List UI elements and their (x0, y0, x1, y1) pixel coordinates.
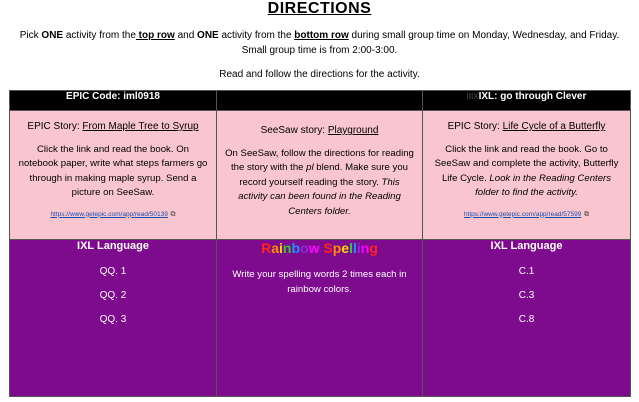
ixl-skill: QQ. 3 (99, 314, 127, 325)
activity-table: EPIC Code: iml0918 IIIXIXL: go through C… (9, 90, 631, 397)
ixl-language-cell-1: IXL Language QQ. 1 QQ. 2 QQ. 3 (9, 239, 217, 397)
butterfly-url-link[interactable]: https://www.getepic.com/app/read/57599 (464, 211, 581, 218)
ixl-skill: C.8 (518, 314, 535, 325)
external-link-icon[interactable]: ⧉ (584, 211, 589, 218)
epic-story-cell: EPIC Story: From Maple Tree to Syrup Cli… (9, 110, 217, 240)
ixl-skill: C.1 (518, 266, 535, 277)
rainbow-letter: b (291, 240, 301, 256)
epic-code-header: EPIC Code: iml0918 (9, 90, 217, 111)
ixl-skill: C.3 (518, 290, 535, 301)
ixl-header: IIIXIXL: go through Clever (422, 90, 631, 111)
rainbow-letter: o (300, 240, 309, 256)
epic-story-body: Click the link and read the book. On not… (18, 143, 208, 199)
butterfly-story-cell: EPIC Story: Life Cycle of a Butterfly Cl… (422, 110, 631, 240)
butterfly-link[interactable]: Life Cycle of a Butterfly (503, 121, 606, 132)
ixl-language-title: IXL Language (490, 240, 563, 252)
ixl-skill: QQ. 1 (99, 266, 127, 277)
rainbow-spelling-title: Rainbow Spelling (217, 240, 422, 256)
ixl-skill: QQ. 2 (99, 290, 127, 301)
rainbow-spelling-body: Write your spelling words 2 times each i… (232, 269, 407, 295)
seesaw-story-cell: SeeSaw story: Playground On SeeSaw, foll… (216, 110, 423, 240)
read-follow-text: Read and follow the directions for the a… (219, 69, 420, 80)
seesaw-story-title: SeeSaw story: Playground (260, 125, 379, 136)
rainbow-letter: a (271, 240, 280, 256)
rainbow-letter: e (341, 240, 350, 256)
ixl-language-title: IXL Language (77, 240, 149, 252)
epic-story-title: EPIC Story: From Maple Tree to Syrup (27, 121, 199, 132)
rainbow-letter: p (332, 240, 342, 256)
seesaw-story-body: On SeeSaw, follow the directions for rea… (225, 147, 414, 217)
butterfly-story-title: EPIC Story: Life Cycle of a Butterfly (447, 121, 606, 132)
blank-header (216, 90, 423, 111)
intro-text: Pick ONE activity from the top row and O… (19, 30, 620, 56)
butterfly-story-body: Click the link and read the book. Go to … (434, 143, 619, 199)
maple-tree-link[interactable]: From Maple Tree to Syrup (82, 121, 198, 132)
playground-link[interactable]: Playground (328, 125, 379, 136)
rainbow-letter: S (323, 240, 333, 256)
external-link-icon[interactable]: ⧉ (171, 211, 176, 218)
page-title: DIRECTIONS (267, 0, 372, 17)
ixl-language-cell-2: IXL Language C.1 C.3 C.8 (422, 239, 631, 397)
rainbow-letter: g (369, 240, 378, 256)
epic-url-link[interactable]: https://www.getepic.com/app/read/50139 (50, 211, 167, 218)
rainbow-letter: R (261, 240, 272, 256)
rainbow-spelling-cell: Rainbow Spelling Write your spelling wor… (216, 239, 423, 397)
rainbow-letter: w (308, 240, 320, 256)
